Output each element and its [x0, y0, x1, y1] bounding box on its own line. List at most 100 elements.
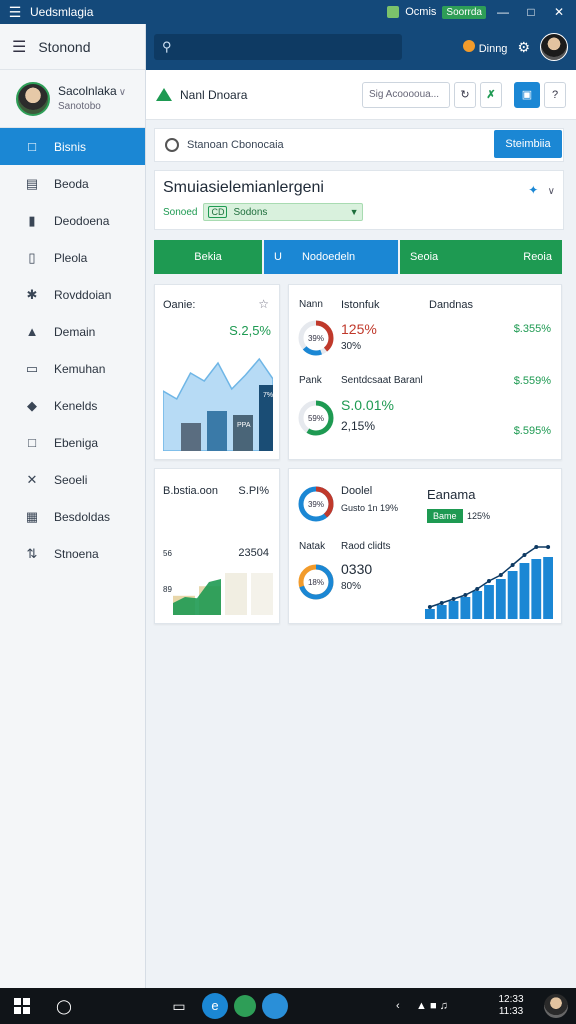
- message-icon[interactable]: ▣: [514, 81, 540, 108]
- card-area-chart[interactable]: Oanie: ☆ S.2,5% PPA 7%: [154, 284, 280, 460]
- search-taskbar-icon[interactable]: ◯: [44, 998, 84, 1015]
- coin-indicator[interactable]: Dinng: [462, 39, 508, 55]
- taskbar: ◯ ▭ e ‹ ▲ ■ ♫ 12:33 11:33: [0, 988, 576, 1024]
- filter-chip: CD: [208, 206, 228, 218]
- tab-2[interactable]: U Nodoedeln: [264, 240, 398, 274]
- donut-1-label: 39%: [308, 334, 324, 343]
- tab-3-right-label: Reoia: [523, 251, 552, 263]
- sidebar-item-0[interactable]: □ Bisnis: [0, 128, 145, 165]
- card-donut-metrics[interactable]: Nann Istonfuk Dandnas 39% 125% 30% $.355…: [288, 284, 562, 460]
- user-profile[interactable]: Sacolnlaka ∨ Sanotobo: [0, 70, 145, 128]
- bar-6: [495, 579, 506, 619]
- sidebar-item-2[interactable]: ▮ Deodoena: [0, 202, 145, 239]
- tray-icons[interactable]: ▲ ■ ♫: [416, 1000, 486, 1012]
- trend-point-0: [427, 605, 432, 609]
- tab-1[interactable]: Bekia: [154, 240, 262, 274]
- donut-chart-3: 39%: [298, 486, 334, 522]
- trend-point-5: [487, 579, 491, 583]
- trend-point-6: [498, 573, 503, 577]
- sidebar-item-label: Stnoena: [54, 546, 99, 561]
- bar-1: [436, 605, 447, 619]
- sidebar-item-1[interactable]: ▤ Beoda: [0, 165, 145, 202]
- donut-2-label: 59%: [308, 414, 324, 423]
- expand-icon[interactable]: ✦: [528, 183, 538, 197]
- primary-action-button[interactable]: Steimbiia: [494, 130, 562, 158]
- clock-time: 12:33: [498, 994, 524, 1005]
- sidebar-item-label: Kenelds: [54, 398, 98, 413]
- pin-icon[interactable]: ☆: [258, 297, 269, 311]
- sidebar-item-label: Besdoldas: [54, 509, 111, 524]
- header-avatar[interactable]: [540, 33, 568, 61]
- maximize-button[interactable]: □: [520, 5, 542, 19]
- task-view-icon[interactable]: ▭: [164, 998, 194, 1015]
- filter-select[interactable]: CD Sodons ▼: [203, 203, 364, 221]
- filter-icon[interactable]: ↻: [454, 81, 476, 108]
- donut-chart-1: 39%: [298, 320, 334, 356]
- minimize-button[interactable]: —: [492, 5, 514, 19]
- coin-icon: [462, 39, 475, 52]
- bar-10: [543, 557, 553, 619]
- chevron-up-icon[interactable]: ‹: [396, 1000, 416, 1012]
- sidebar-item-7[interactable]: ◆ Kenelds: [0, 387, 145, 424]
- settings-icon[interactable]: ⚙: [517, 39, 530, 56]
- filter-value: Sodons: [233, 206, 268, 218]
- sidebar-item-label: Ebeniga: [54, 435, 99, 450]
- mid-left-label: Pank: [299, 375, 322, 386]
- chevron-down-icon[interactable]: ∨: [119, 87, 126, 98]
- coin-label: Dinng: [478, 42, 508, 55]
- share-icon: ⇅: [26, 545, 38, 561]
- sidebar-item-4[interactable]: ✱ Rovddoian: [0, 276, 145, 313]
- bar-3: [460, 597, 471, 619]
- collapse-chevron-icon[interactable]: ∨: [548, 186, 555, 197]
- sidebar-item-label: Seoeli: [54, 472, 88, 487]
- excel-icon[interactable]: ✗: [480, 81, 502, 108]
- app-green-icon[interactable]: [234, 995, 256, 1017]
- sidebar-item-9[interactable]: ✕ Seoeli: [0, 461, 145, 498]
- row2-right-value: $.595%: [513, 425, 551, 437]
- bar-4: [472, 591, 483, 619]
- help-icon[interactable]: ?: [544, 81, 566, 108]
- card3-value: S.PI%: [238, 485, 269, 497]
- donut-3-label: 39%: [308, 500, 324, 509]
- sidebar-item-11[interactable]: ⇅ Stnoena: [0, 535, 145, 572]
- titlebar-chip[interactable]: Soorrda: [442, 5, 486, 19]
- sidebar-item-6[interactable]: ▭ Kemuhan: [0, 350, 145, 387]
- sub-toolbar-label: Stanoan Cbonocaia: [187, 139, 284, 151]
- menu-icon[interactable]: ☰: [0, 4, 30, 21]
- sidebar-item-3[interactable]: ▯ Pleola: [0, 239, 145, 276]
- card4-header-2: Eanama: [427, 487, 476, 502]
- page-search-input[interactable]: Sig Acooooua...: [362, 81, 450, 108]
- sidebar-item-10[interactable]: ▦ Besdoldas: [0, 498, 145, 535]
- card-combo-metrics[interactable]: 39% Doolel Gusto 1n 19% Eanama Bame 125%…: [288, 468, 562, 624]
- bar-5: [484, 585, 494, 619]
- chevron-down-icon: ▼: [349, 207, 359, 217]
- search-input[interactable]: [177, 39, 378, 55]
- trend-point-7: [510, 563, 515, 567]
- taskbar-avatar[interactable]: [544, 994, 568, 1018]
- start-button[interactable]: [0, 998, 44, 1014]
- user-name: Sacolnlaka: [58, 83, 117, 98]
- search-box[interactable]: ⚲: [154, 34, 402, 60]
- main-content: Nanl Dnoara Sig Acooooua... ↻ ✗ ▣ ? Stan…: [146, 70, 576, 988]
- tab-3[interactable]: Seoia Reoia: [400, 240, 562, 274]
- sidebar-item-8[interactable]: □ Ebeniga: [0, 424, 145, 461]
- chart-icon: □: [28, 139, 36, 154]
- app-blue-icon[interactable]: [262, 993, 288, 1019]
- close-button[interactable]: ✕: [548, 5, 570, 19]
- trend-point-2: [451, 597, 456, 601]
- app-icon: [387, 6, 400, 18]
- trend-point-10: [546, 545, 551, 549]
- card4-big-sub: 80%: [341, 581, 362, 592]
- edge-icon[interactable]: e: [202, 993, 228, 1019]
- sidebar: ☰ Stonond Sacolnlaka ∨ Sanotobo □ Bisnis ▤ B…: [0, 24, 146, 988]
- hamburger-icon[interactable]: ☰: [12, 37, 26, 57]
- card4-badge[interactable]: Bame: [427, 509, 463, 523]
- sidebar-item-5[interactable]: ▲ Demain: [0, 313, 145, 350]
- copy-icon: □: [28, 435, 36, 450]
- sidebar-item-label: Bisnis: [54, 139, 87, 154]
- mid-mid-label: Sentdcsaat Baranl: [341, 375, 423, 386]
- gear-icon[interactable]: [165, 138, 179, 152]
- page-header: Nanl Dnoara Sig Acooooua... ↻ ✗ ▣ ?: [146, 70, 576, 120]
- card-bar-chart[interactable]: B.bstia.oon S.PI% 56 89 23504: [154, 468, 280, 624]
- page-title: Nanl Dnoara: [180, 87, 248, 102]
